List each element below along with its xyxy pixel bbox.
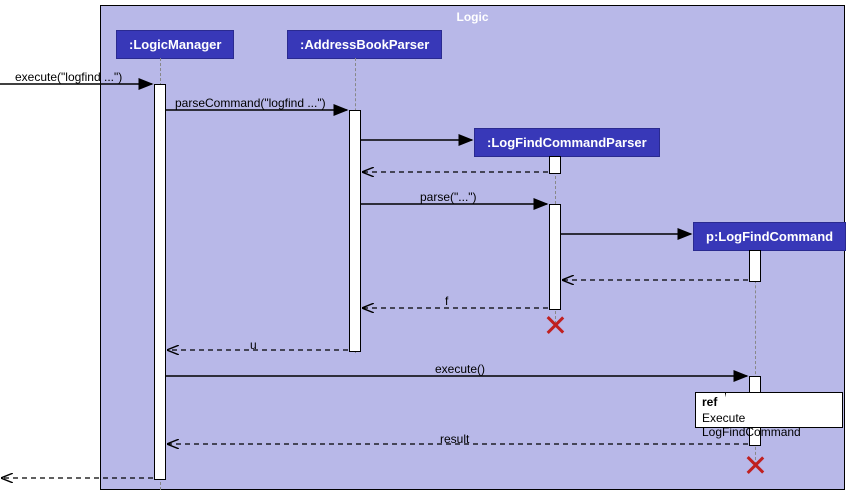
msg-return-u: u [250, 338, 257, 352]
msg-parse-command: parseCommand("logfind ...") [175, 96, 326, 110]
activation-logic-manager [154, 84, 166, 480]
msg-execute: execute() [435, 362, 485, 376]
msg-result: result [440, 432, 469, 446]
ref-box: ref Execute LogFindCommand [695, 392, 843, 428]
destroy-lfcp [546, 316, 564, 334]
msg-execute-in: execute("logfind ...") [15, 70, 122, 84]
ref-text: Execute LogFindCommand [702, 411, 842, 439]
participant-logic-manager: :LogicManager [116, 30, 234, 59]
destroy-lfc [746, 456, 764, 474]
frame-title: Logic [457, 10, 489, 24]
ref-label: ref [695, 392, 726, 411]
activation-lfc-create [749, 250, 761, 282]
activation-lfcp-parse [549, 204, 561, 310]
participant-address-book-parser: :AddressBookParser [287, 30, 442, 59]
participant-log-find-command: p:LogFindCommand [693, 222, 846, 251]
activation-address-book-parser [349, 110, 361, 352]
msg-parse: parse("...") [420, 190, 477, 204]
participant-log-find-command-parser: :LogFindCommandParser [474, 128, 660, 157]
activation-lfcp-create [549, 156, 561, 174]
msg-return-f: f [445, 294, 448, 308]
